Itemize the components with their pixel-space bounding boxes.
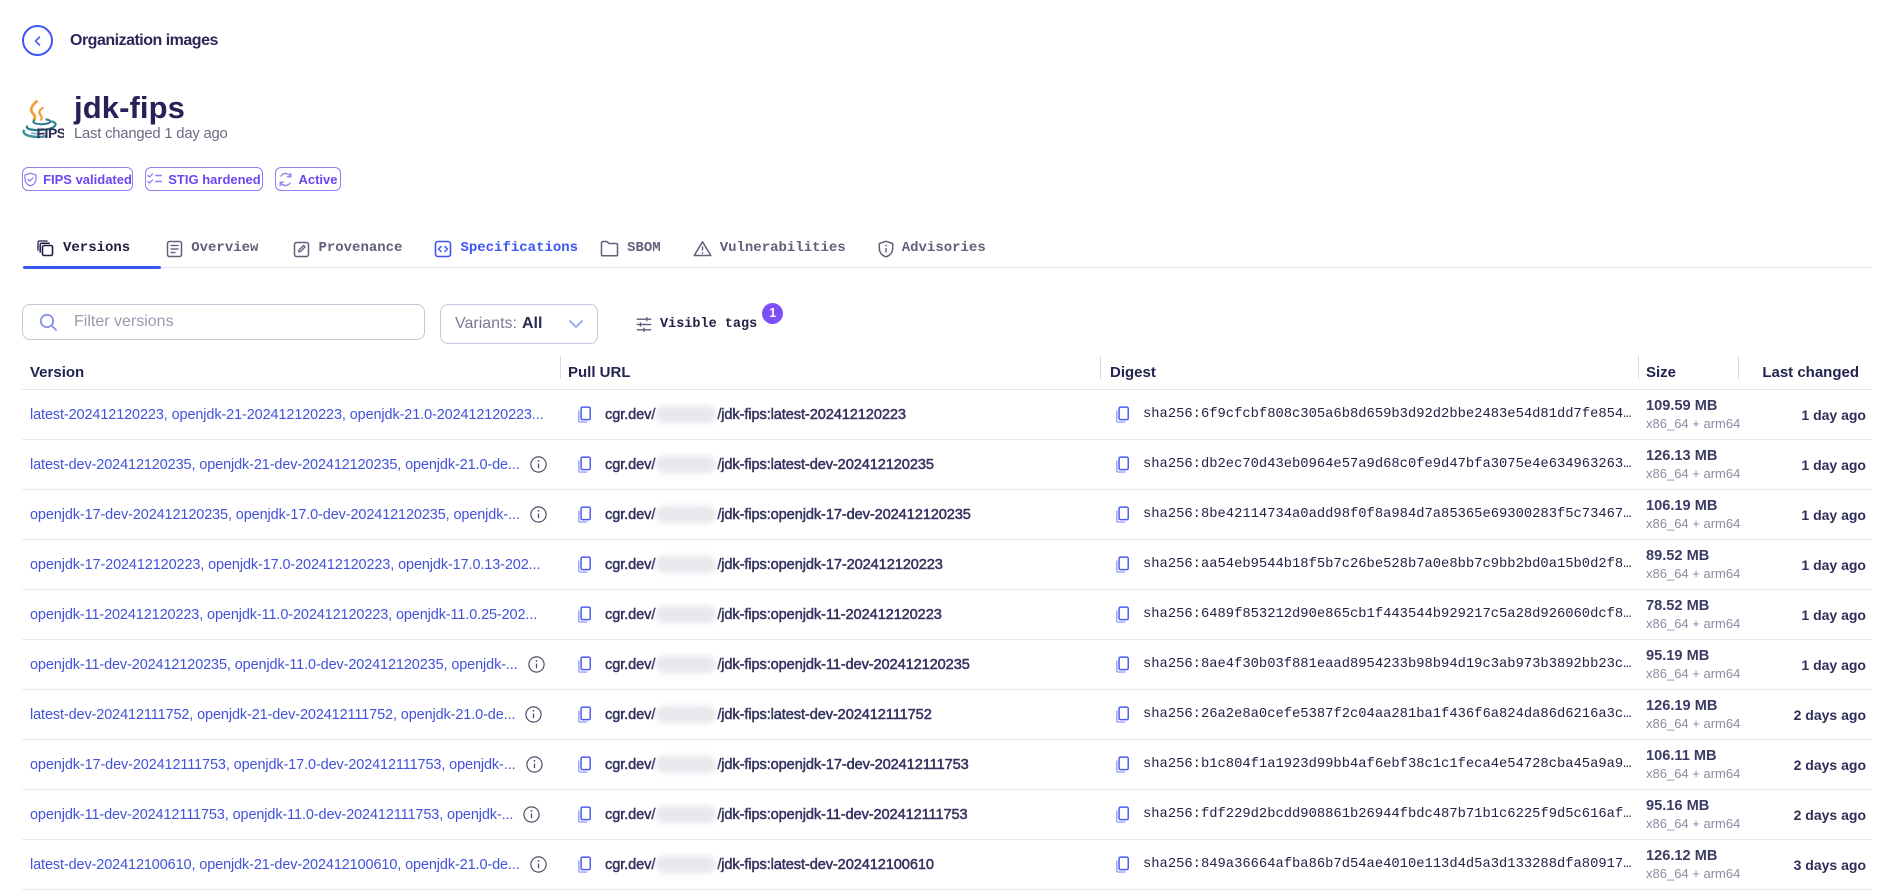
svg-text:FIPS: FIPS [37,125,65,141]
